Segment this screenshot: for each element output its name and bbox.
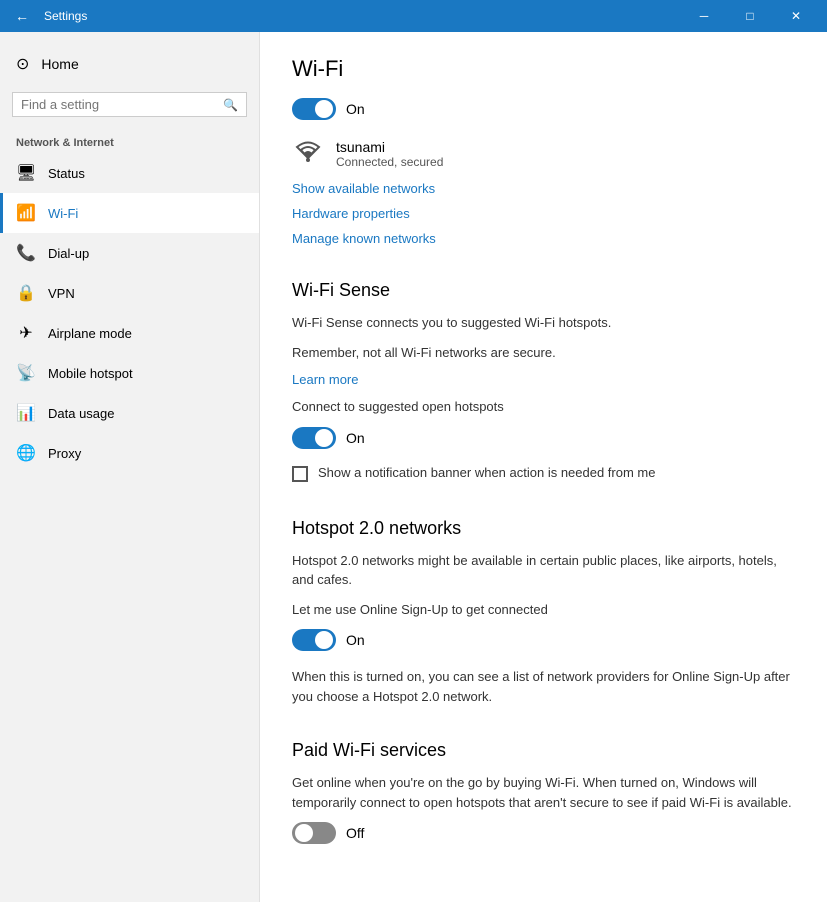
wifi-toggle-knob: [315, 100, 333, 118]
paid-toggle-row: Off: [292, 822, 795, 844]
show-networks-link[interactable]: Show available networks: [292, 181, 795, 196]
close-icon: ✕: [791, 9, 801, 23]
connect-toggle-knob: [315, 429, 333, 447]
online-toggle[interactable]: [292, 629, 336, 651]
notification-checkbox-row: Show a notification banner when action i…: [292, 465, 795, 482]
sidebar: ⊙ Home 🔍 Network & Internet 🖥 Status 📶 W…: [0, 32, 260, 902]
hardware-properties-link[interactable]: Hardware properties: [292, 206, 795, 221]
manage-networks-link[interactable]: Manage known networks: [292, 231, 795, 246]
hotspot-desc: Hotspot 2.0 networks might be available …: [292, 551, 795, 590]
search-input[interactable]: [21, 97, 223, 112]
back-icon: ←: [15, 8, 29, 24]
sidebar-item-mobile-hotspot[interactable]: 📡 Mobile hotspot: [0, 353, 259, 393]
sidebar-item-wifi[interactable]: 📶 Wi-Fi: [0, 193, 259, 233]
sidebar-item-dialup[interactable]: 📞 Dial-up: [0, 233, 259, 273]
maximize-button[interactable]: □: [727, 0, 773, 32]
sidebar-item-home[interactable]: ⊙ Home: [0, 44, 259, 84]
sidebar-item-label-vpn: VPN: [48, 286, 75, 301]
sidebar-item-label-data: Data usage: [48, 406, 115, 421]
sidebar-item-vpn[interactable]: 🔒 VPN: [0, 273, 259, 313]
learn-more-link[interactable]: Learn more: [292, 372, 795, 387]
minimize-button[interactable]: ─: [681, 0, 727, 32]
close-button[interactable]: ✕: [773, 0, 819, 32]
online-toggle-row: On: [292, 629, 795, 651]
paid-toggle-knob: [295, 824, 313, 842]
sidebar-item-label-proxy: Proxy: [48, 446, 81, 461]
paid-wifi-desc: Get online when you're on the go by buyi…: [292, 773, 795, 812]
online-toggle-label: On: [346, 632, 365, 648]
data-usage-icon: 📊: [16, 403, 36, 423]
sidebar-category: Network & Internet: [0, 129, 259, 153]
maximize-icon: □: [746, 9, 753, 23]
notification-checkbox[interactable]: [292, 466, 308, 482]
sidebar-item-status[interactable]: 🖥 Status: [0, 153, 259, 193]
search-icon: 🔍: [223, 98, 238, 112]
online-desc: When this is turned on, you can see a li…: [292, 667, 795, 706]
sidebar-item-data-usage[interactable]: 📊 Data usage: [0, 393, 259, 433]
sidebar-item-label-hotspot: Mobile hotspot: [48, 366, 133, 381]
connect-toggle-row: On: [292, 427, 795, 449]
sidebar-item-label-wifi: Wi-Fi: [48, 206, 78, 221]
home-icon: ⊙: [16, 54, 29, 74]
paid-wifi-title: Paid Wi-Fi services: [292, 740, 795, 761]
sidebar-item-proxy[interactable]: 🌐 Proxy: [0, 433, 259, 473]
sidebar-item-label-airplane: Airplane mode: [48, 326, 132, 341]
hotspot-icon: 📡: [16, 363, 36, 383]
status-icon: 🖥: [16, 163, 36, 183]
titlebar-title: Settings: [44, 9, 87, 23]
online-signup-label: Let me use Online Sign-Up to get connect…: [292, 600, 795, 620]
search-box: 🔍: [12, 92, 247, 117]
wifi-sense-desc2: Remember, not all Wi-Fi networks are sec…: [292, 343, 795, 363]
paid-toggle[interactable]: [292, 822, 336, 844]
wifi-toggle-row: On: [292, 98, 795, 120]
wifi-icon: 📶: [16, 203, 36, 223]
connect-toggle[interactable]: [292, 427, 336, 449]
app-body: ⊙ Home 🔍 Network & Internet 🖥 Status 📶 W…: [0, 32, 827, 902]
minimize-icon: ─: [700, 9, 709, 23]
wifi-sense-title: Wi-Fi Sense: [292, 280, 795, 301]
connected-wifi-icon: [292, 136, 324, 171]
online-toggle-knob: [315, 631, 333, 649]
hotspot-title: Hotspot 2.0 networks: [292, 518, 795, 539]
vpn-icon: 🔒: [16, 283, 36, 303]
network-name: tsunami: [336, 139, 443, 155]
connect-hotspots-label: Connect to suggested open hotspots: [292, 397, 795, 417]
paid-toggle-label: Off: [346, 825, 364, 841]
titlebar-controls: ─ □ ✕: [681, 0, 819, 32]
airplane-icon: ✈: [16, 323, 36, 343]
wifi-toggle-label: On: [346, 101, 365, 117]
titlebar: ← Settings ─ □ ✕: [0, 0, 827, 32]
wifi-sense-desc1: Wi-Fi Sense connects you to suggested Wi…: [292, 313, 795, 333]
connected-network-row: tsunami Connected, secured: [292, 136, 795, 171]
notification-checkbox-label: Show a notification banner when action i…: [318, 465, 655, 480]
titlebar-left: ← Settings: [8, 2, 87, 30]
network-info: tsunami Connected, secured: [336, 139, 443, 169]
connect-toggle-label: On: [346, 430, 365, 446]
wifi-toggle[interactable]: [292, 98, 336, 120]
dialup-icon: 📞: [16, 243, 36, 263]
sidebar-item-label-status: Status: [48, 166, 85, 181]
wifi-title: Wi-Fi: [292, 56, 795, 82]
home-label: Home: [41, 56, 78, 72]
main-content: Wi-Fi On tsunami Connected, secured Sh: [260, 32, 827, 902]
back-button[interactable]: ←: [8, 2, 36, 30]
sidebar-item-label-dialup: Dial-up: [48, 246, 89, 261]
network-status: Connected, secured: [336, 155, 443, 169]
proxy-icon: 🌐: [16, 443, 36, 463]
sidebar-item-airplane[interactable]: ✈ Airplane mode: [0, 313, 259, 353]
